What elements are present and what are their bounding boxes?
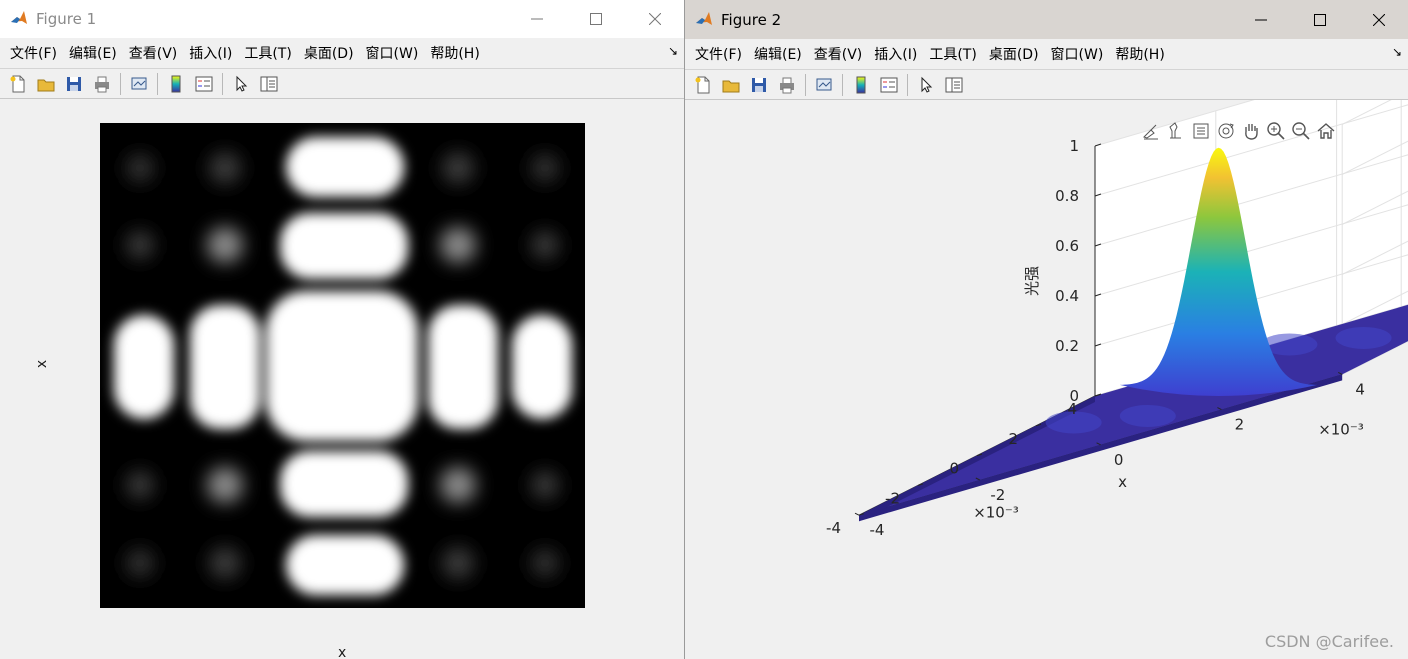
menu-desktop[interactable]: 桌面(D) <box>983 44 1045 64</box>
zoom-out-icon[interactable] <box>1288 119 1313 143</box>
y-tick-label: -2 <box>885 489 900 507</box>
maximize-button[interactable] <box>566 0 625 38</box>
figure-2-canvas: 0 0.2 0.4 0.6 0.8 1 -4 -2 0 2 4 -4 -2 0 2 4 ×10⁻³ ×10⁻³ x 光… <box>685 100 1408 659</box>
pan-icon[interactable] <box>1238 119 1263 143</box>
x-axis-title: x <box>1118 473 1127 491</box>
menu-insert[interactable]: 插入(I) <box>183 43 238 63</box>
toolbar-separator <box>157 72 158 95</box>
y-tick-label: 2 <box>1008 430 1018 448</box>
link-plot-icon[interactable] <box>128 73 150 95</box>
figure-1-window: Figure 1 文件(F) 编辑(E) 查看(V) 插入(I) 工具(T) 桌… <box>0 0 685 659</box>
y-axis-label: x <box>34 359 51 369</box>
property-editor-icon[interactable] <box>943 74 965 96</box>
y-tick-label: -4 <box>826 519 841 537</box>
watermark: CSDN @Carifee. <box>1264 632 1394 651</box>
minimize-button[interactable] <box>1231 0 1290 39</box>
close-button[interactable] <box>625 0 684 38</box>
rotate-icon[interactable] <box>1213 119 1238 143</box>
save-icon[interactable] <box>748 74 770 96</box>
menubar: 文件(F) 编辑(E) 查看(V) 插入(I) 工具(T) 桌面(D) 窗口(W… <box>0 38 684 67</box>
menu-desktop[interactable]: 桌面(D) <box>298 43 360 63</box>
minimize-button[interactable] <box>507 0 566 38</box>
new-figure-icon[interactable] <box>7 73 29 95</box>
axes-toolbar <box>1138 119 1338 143</box>
pointer-icon[interactable] <box>915 74 937 96</box>
link-plot-icon[interactable] <box>813 74 835 96</box>
x-tick <box>854 512 860 516</box>
x-tick-label: 2 <box>1235 416 1245 434</box>
menu-window[interactable]: 窗口(W) <box>360 43 425 63</box>
save-icon[interactable] <box>63 73 85 95</box>
brush-icon[interactable] <box>1138 119 1163 143</box>
home-icon[interactable] <box>1313 119 1338 143</box>
open-icon[interactable] <box>720 74 742 96</box>
menu-edit[interactable]: 编辑(E) <box>63 43 123 63</box>
colorbar-icon[interactable] <box>165 73 187 95</box>
x-tick-label: -2 <box>990 486 1005 504</box>
figure-2-window: Figure 2 文件(F) 编辑(E) 查看(V) 插入(I) 工具(T) 桌… <box>685 0 1408 659</box>
print-icon[interactable] <box>91 73 113 95</box>
toolbar-separator <box>907 73 908 96</box>
side-lobe <box>1335 326 1392 349</box>
toolbar-separator <box>805 73 806 96</box>
toolbar-separator <box>120 72 121 95</box>
menu-help[interactable]: 帮助(H) <box>1109 44 1170 64</box>
legend-icon[interactable] <box>878 74 900 96</box>
close-button[interactable] <box>1349 0 1408 39</box>
menu-tools[interactable]: 工具(T) <box>238 43 297 63</box>
menu-edit[interactable]: 编辑(E) <box>748 44 808 64</box>
toolbar-separator <box>842 73 843 96</box>
window-title: Figure 2 <box>721 10 782 29</box>
x-tick-label: 4 <box>1355 380 1365 398</box>
surface-plot[interactable]: 00.20.40.60.81-4-2024-4-2024×10⁻³×10⁻³x光… <box>685 100 1408 659</box>
legend-icon[interactable] <box>193 73 215 95</box>
titlebar: Figure 2 <box>685 0 1408 39</box>
menu-file[interactable]: 文件(F) <box>4 43 63 63</box>
menu-file[interactable]: 文件(F) <box>689 44 748 64</box>
datatip-icon[interactable] <box>1163 119 1188 143</box>
pointer-icon[interactable] <box>230 73 252 95</box>
z-tick-label: 0.6 <box>1055 237 1079 255</box>
diffraction-pattern-image <box>100 123 585 608</box>
menu-overflow-icon[interactable]: ↘ <box>668 44 678 58</box>
y-exponent-label: ×10⁻³ <box>973 504 1019 522</box>
titlebar: Figure 1 <box>0 0 684 38</box>
new-figure-icon[interactable] <box>692 74 714 96</box>
menu-overflow-icon[interactable]: ↘ <box>1392 45 1402 59</box>
z-axis-title: 光强 <box>1023 266 1041 296</box>
figure-1-canvas: x x <box>0 100 684 659</box>
menubar: 文件(F) 编辑(E) 查看(V) 插入(I) 工具(T) 桌面(D) 窗口(W… <box>685 39 1408 68</box>
x-tick-label: 0 <box>1114 451 1124 469</box>
open-icon[interactable] <box>35 73 57 95</box>
side-lobe <box>1119 404 1176 427</box>
maximize-button[interactable] <box>1290 0 1349 39</box>
x-tick-label: -4 <box>870 521 885 539</box>
y-tick-label: 0 <box>949 460 959 478</box>
window-title: Figure 1 <box>36 10 97 28</box>
property-editor-icon[interactable] <box>258 73 280 95</box>
menu-help[interactable]: 帮助(H) <box>424 43 485 63</box>
figure-toolbar <box>0 68 684 99</box>
legend-icon[interactable] <box>1188 119 1213 143</box>
z-tick-label: 0.8 <box>1055 187 1079 205</box>
x-axis-label: x <box>338 645 347 659</box>
zoom-in-icon[interactable] <box>1263 119 1288 143</box>
menu-view[interactable]: 查看(V) <box>123 43 184 63</box>
z-tick-label: 0.4 <box>1055 287 1079 305</box>
z-tick-label: 0.2 <box>1055 337 1079 355</box>
x-exponent-label: ×10⁻³ <box>1318 420 1364 438</box>
z-tick-label: 1 <box>1069 137 1079 155</box>
print-icon[interactable] <box>776 74 798 96</box>
colorbar-icon[interactable] <box>850 74 872 96</box>
matlab-icon <box>11 11 27 24</box>
menu-window[interactable]: 窗口(W) <box>1045 44 1110 64</box>
y-tick-label: 4 <box>1067 400 1077 418</box>
menu-view[interactable]: 查看(V) <box>808 44 869 64</box>
matlab-icon <box>696 11 712 25</box>
menu-tools[interactable]: 工具(T) <box>923 44 982 64</box>
toolbar-separator <box>222 72 223 95</box>
figure-toolbar <box>685 69 1408 100</box>
menu-insert[interactable]: 插入(I) <box>868 44 923 64</box>
